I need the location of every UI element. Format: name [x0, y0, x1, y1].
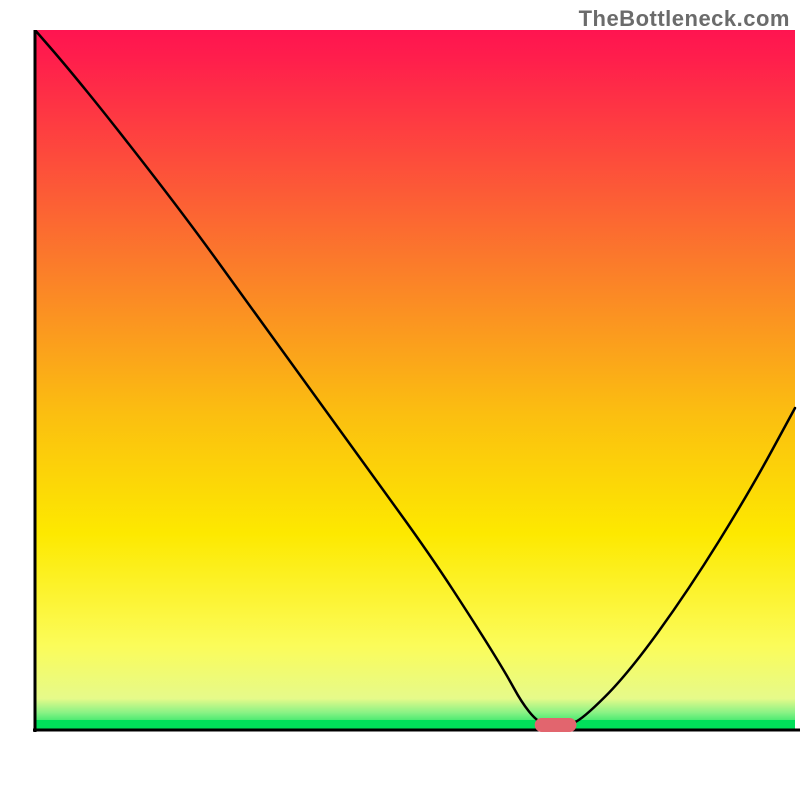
watermark: TheBottleneck.com [579, 6, 790, 32]
optimal-marker [535, 718, 577, 732]
chart-area [30, 30, 800, 770]
chart-frame: TheBottleneck.com [0, 0, 800, 800]
heat-background [35, 30, 795, 730]
